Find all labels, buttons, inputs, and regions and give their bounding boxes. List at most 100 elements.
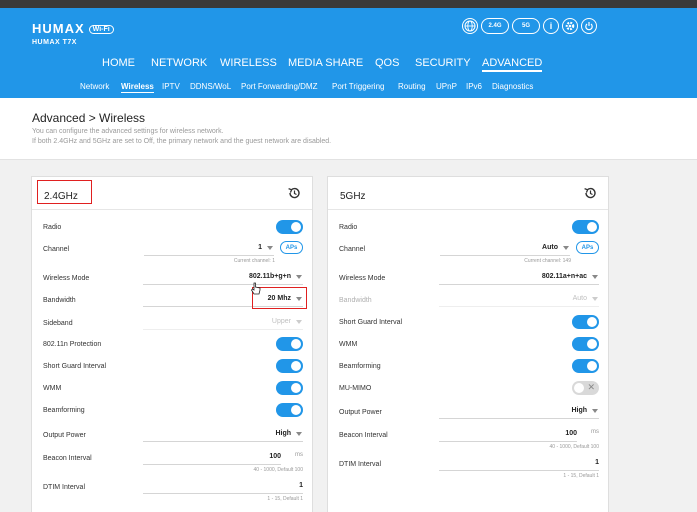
nav-network[interactable]: NETWORK	[151, 57, 207, 69]
reset-history-icon[interactable]	[287, 186, 301, 200]
dtim-interval-label: DTIM Interval	[339, 461, 382, 468]
panel-5ghz: 5GHz Radio Channel Auto APs Current chan…	[327, 176, 609, 512]
protection-toggle[interactable]	[276, 337, 303, 351]
beacon-hint: 40 - 1000, Default 100	[549, 444, 599, 450]
channel-select[interactable]: 1	[144, 242, 274, 256]
aps-button[interactable]: APs	[280, 241, 303, 254]
close-icon: ✕	[587, 382, 595, 392]
row-sideband: Sideband Upper	[43, 316, 303, 338]
globe-icon[interactable]	[462, 18, 478, 34]
wmm-toggle[interactable]	[276, 381, 303, 395]
header-icons: 2.4G 5G i	[462, 18, 597, 34]
power-icon[interactable]	[581, 18, 597, 34]
nav-home[interactable]: HOME	[102, 57, 135, 69]
row-short-guard: Short Guard Interval	[339, 315, 599, 337]
beacon-interval-label: Beacon Interval	[43, 455, 92, 462]
bandwidth-label: Bandwidth	[43, 297, 76, 304]
wmm-toggle[interactable]	[572, 337, 599, 351]
sideband-label: Sideband	[43, 320, 73, 327]
row-bandwidth: Bandwidth Auto	[339, 293, 599, 315]
beamforming-toggle[interactable]	[276, 403, 303, 417]
wireless-mode-select[interactable]: 802.11a+n+ac	[439, 271, 599, 285]
subnav-diagnostics[interactable]: Diagnostics	[492, 82, 533, 91]
channel-hint: Current channel: 149	[524, 258, 571, 264]
row-11n-protection: 802.11n Protection	[43, 337, 303, 359]
short-guard-toggle[interactable]	[276, 359, 303, 373]
short-guard-label: Short Guard Interval	[339, 319, 403, 326]
beamforming-toggle[interactable]	[572, 359, 599, 373]
mouse-pointer-icon	[250, 282, 261, 295]
page-description: You can configure the advanced settings …	[32, 127, 331, 147]
dtim-interval-input[interactable]: 1	[143, 480, 303, 494]
reset-history-icon[interactable]	[583, 186, 597, 200]
row-short-guard: Short Guard Interval	[43, 359, 303, 381]
wifi-24g-icon[interactable]: 2.4G	[481, 18, 509, 34]
subnav-iptv[interactable]: IPTV	[162, 82, 180, 91]
header: HUMAX Wi-Fi HUMAX T7X 2.4G 5G i HOME NETW…	[0, 8, 697, 98]
row-output-power: Output Power High	[43, 428, 303, 450]
subnav-network[interactable]: Network	[80, 82, 109, 91]
main-nav: HOME NETWORK WIRELESS MEDIA SHARE QOS SE…	[0, 57, 697, 75]
subnav-port-triggering[interactable]: Port Triggering	[332, 82, 384, 91]
aps-label: APs	[581, 244, 594, 251]
protection-label: 802.11n Protection	[43, 341, 102, 348]
beacon-interval-input[interactable]: 100	[439, 428, 577, 442]
row-dtim-interval: DTIM Interval 1 1 - 15, Default 1	[339, 457, 599, 479]
wireless-mode-select[interactable]: 802.11b+g+n	[143, 271, 303, 285]
model-name: HUMAX T7X	[32, 39, 77, 46]
aps-label: APs	[285, 244, 298, 251]
short-guard-label: Short Guard Interval	[43, 363, 107, 370]
bandwidth-select[interactable]: Auto	[439, 293, 599, 307]
subnav-wireless[interactable]: Wireless	[121, 82, 154, 93]
aps-button[interactable]: APs	[576, 241, 599, 254]
radio-toggle[interactable]	[572, 220, 599, 234]
subnav-port-forwarding[interactable]: Port Forwarding/DMZ	[241, 82, 317, 91]
bandwidth-label: Bandwidth	[339, 297, 372, 304]
dtim-hint: 1 - 15, Default 1	[267, 496, 303, 502]
output-power-label: Output Power	[339, 409, 382, 416]
info-icon[interactable]: i	[543, 18, 559, 34]
nav-media-share[interactable]: MEDIA SHARE	[288, 57, 363, 69]
short-guard-toggle[interactable]	[572, 315, 599, 329]
output-power-select[interactable]: High	[143, 428, 303, 442]
wireless-mode-label: Wireless Mode	[339, 275, 386, 282]
row-beamforming: Beamforming	[43, 403, 303, 425]
channel-select[interactable]: Auto	[440, 242, 570, 256]
subnav-upnp[interactable]: UPnP	[436, 82, 457, 91]
sideband-select[interactable]: Upper	[143, 316, 303, 330]
top-strip	[0, 0, 697, 8]
nav-advanced[interactable]: ADVANCED	[482, 57, 543, 72]
radio-toggle[interactable]	[276, 220, 303, 234]
row-beamforming: Beamforming	[339, 359, 599, 381]
row-channel: Channel Auto APs Current channel: 149	[339, 241, 599, 264]
page-description-line2: If both 2.4GHz and 5GHz are set to Off, …	[32, 138, 332, 145]
wmm-label: WMM	[339, 341, 358, 348]
panel-24ghz: 2.4GHz Radio Channel 1 APs Current chann…	[31, 176, 313, 512]
wifi-badge: Wi-Fi	[88, 25, 114, 34]
dtim-hint: 1 - 15, Default 1	[563, 473, 599, 479]
settings-icon[interactable]	[562, 18, 578, 34]
wifi-5g-icon[interactable]: 5G	[512, 18, 540, 34]
panel-5ghz-title: 5GHz	[340, 191, 366, 202]
row-radio: Radio	[43, 220, 303, 242]
wireless-mode-label: Wireless Mode	[43, 275, 90, 282]
nav-security[interactable]: SECURITY	[415, 57, 471, 69]
output-power-select[interactable]: High	[439, 405, 599, 419]
beacon-interval-input[interactable]: 100	[143, 451, 281, 465]
channel-hint: Current channel: 1	[233, 258, 275, 264]
radio-label: Radio	[43, 224, 62, 231]
row-wmm: WMM	[339, 337, 599, 359]
mu-mimo-toggle[interactable]: ✕	[572, 381, 599, 395]
title-bar: Advanced > Wireless You can configure th…	[0, 98, 697, 160]
subnav-ddns-wol[interactable]: DDNS/WoL	[190, 82, 231, 91]
beacon-hint: 40 - 1000, Default 100	[253, 467, 303, 473]
beacon-interval-label: Beacon Interval	[339, 432, 388, 439]
row-dtim-interval: DTIM Interval 1 1 - 15, Default 1	[43, 480, 303, 502]
mu-mimo-label: MU-MIMO	[339, 385, 372, 392]
nav-qos[interactable]: QOS	[375, 57, 399, 69]
nav-wireless[interactable]: WIRELESS	[220, 57, 277, 69]
dtim-interval-input[interactable]: 1	[439, 457, 599, 471]
subnav-routing[interactable]: Routing	[398, 82, 426, 91]
subnav-ipv6[interactable]: IPv6	[466, 82, 482, 91]
channel-label: Channel	[339, 246, 366, 253]
